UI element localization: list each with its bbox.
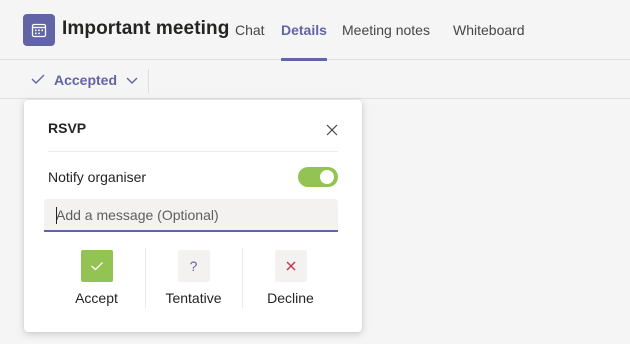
accept-button[interactable]: Accept [48,250,145,310]
rsvp-status-label: Accepted [54,72,118,88]
decline-label: Decline [267,290,314,306]
toggle-knob [320,170,334,184]
rsvp-popup: RSVP Notify organiser Accept ? Tentative [24,100,362,332]
rsvp-status-dropdown[interactable]: Accepted [30,69,139,91]
close-icon [274,250,307,282]
toolbar-divider [148,69,149,93]
meeting-title: Important meeting [62,18,230,39]
tentative-label: Tentative [165,290,222,306]
tab-chat[interactable]: Chat [235,22,265,60]
notify-organiser-toggle[interactable] [298,167,338,187]
close-icon[interactable] [324,122,340,138]
question-icon: ? [177,250,210,282]
checkmark-icon [30,72,46,88]
decline-button[interactable]: Decline [242,250,339,310]
popup-title: RSVP [48,120,87,136]
tab-meeting-notes[interactable]: Meeting notes [342,22,430,60]
accept-label: Accept [75,290,118,306]
tab-whiteboard[interactable]: Whiteboard [453,22,525,60]
meeting-toolbar: Accepted [0,61,630,99]
chevron-down-icon [125,72,139,88]
checkmark-icon [80,250,113,282]
tab-details[interactable]: Details [281,22,327,61]
notify-organiser-label: Notify organiser [48,169,147,185]
text-caret [56,207,57,224]
tentative-button[interactable]: ? Tentative [145,250,242,310]
meeting-header: Important meeting Chat Details Meeting n… [0,0,630,61]
popup-divider [48,151,338,152]
calendar-icon [23,14,55,46]
rsvp-message-input[interactable] [44,199,338,232]
